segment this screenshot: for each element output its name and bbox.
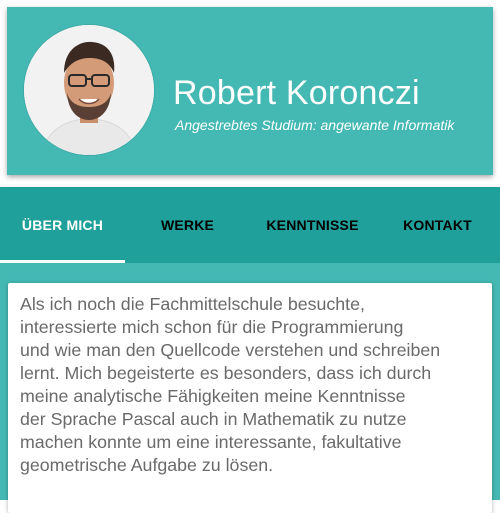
tab-bar: ÜBER MICH WERKE KENNTNISSE KONTAKT [0,187,500,263]
tab-kontakt[interactable]: KONTAKT [375,187,500,263]
about-card: Als ich noch die Fachmittelschule besuch… [8,283,492,513]
profile-header: Robert Koronczi Angestrebtes Studium: an… [7,7,493,175]
about-text: Als ich noch die Fachmittelschule besuch… [20,294,441,475]
profile-name: Robert Koronczi [173,74,420,112]
profile-subtitle: Angestrebtes Studium: angewante Informat… [175,117,455,133]
avatar [24,25,154,155]
tab-ueber-mich[interactable]: ÜBER MICH [0,187,125,263]
tab-werke[interactable]: WERKE [125,187,250,263]
tab-kenntnisse[interactable]: KENNTNISSE [250,187,375,263]
profile-photo-icon [24,25,154,155]
